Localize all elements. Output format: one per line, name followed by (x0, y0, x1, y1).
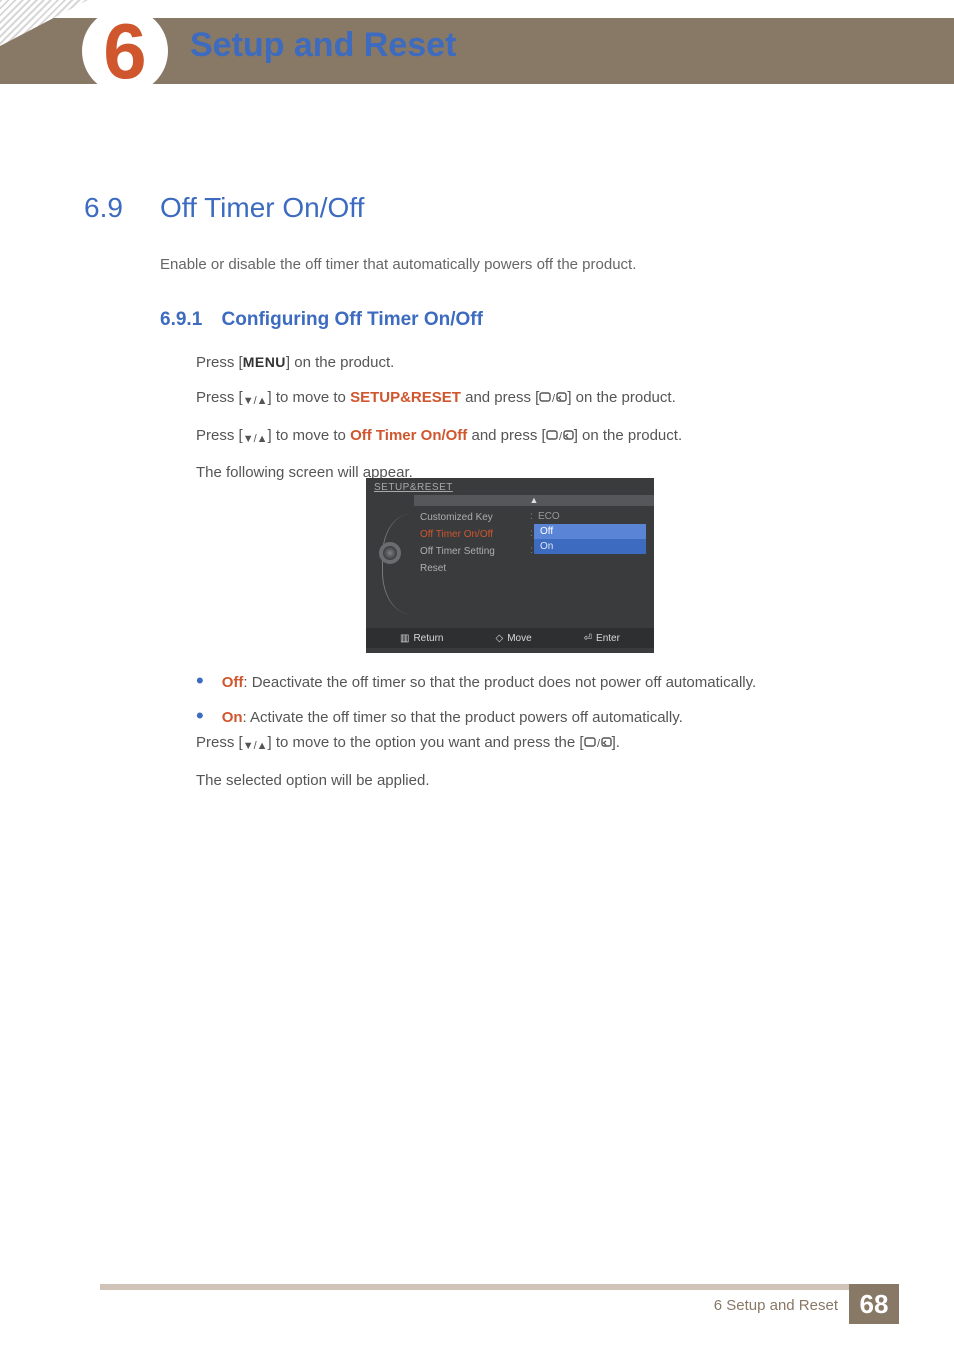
step-1: Press [MENU] on the product. (196, 352, 874, 374)
osd-icon-column (366, 506, 414, 628)
osd-footer-return: ▥Return (400, 633, 443, 644)
step-target: SETUP&RESET (350, 389, 461, 406)
osd-menu-item-active: Off Timer On/Off (414, 526, 524, 543)
return-icon: ▥ (400, 633, 409, 644)
osd-menu-column: Customized Key Off Timer On/Off Off Time… (414, 506, 524, 628)
osd-dropdown-option: On (534, 539, 646, 554)
bullet-icon: • (196, 707, 204, 730)
post-step-2: The selected option will be applied. (196, 770, 864, 792)
subsection-heading: 6.9.1 Configuring Off Timer On/Off (160, 309, 483, 331)
osd-menu-item: Reset (414, 560, 524, 577)
subsection-number: 6.9.1 (160, 309, 202, 330)
svg-text:/: / (552, 393, 556, 405)
post-step-list: Press [▼/▲] to move to the option you wa… (196, 732, 864, 805)
chapter-number: 6 (103, 12, 146, 90)
gear-icon (379, 542, 401, 564)
footer-page-badge: 68 (849, 1284, 899, 1324)
section-intro: Enable or disable the off timer that aut… (160, 256, 636, 273)
option-off: • Off: Deactivate the off timer so that … (196, 672, 864, 695)
osd-menu-item: Customized Key (414, 509, 524, 526)
option-desc: : Deactivate the off timer so that the p… (243, 674, 756, 691)
step-3: Press [▼/▲] to move to Off Timer On/Off … (196, 425, 874, 450)
step-2: Press [▼/▲] to move to SETUP&RESET and p… (196, 387, 874, 412)
osd-curve-decor (382, 514, 410, 614)
chapter-title: Setup and Reset (190, 26, 456, 65)
section-title: Off Timer On/Off (160, 192, 364, 224)
osd-screenshot: SETUP&RESET ▲ Customized Key Off Timer O… (366, 478, 654, 653)
option-on: • On: Activate the off timer so that the… (196, 707, 864, 730)
osd-footer: ▥Return ◇Move ⏎Enter (366, 628, 654, 648)
option-label: On (222, 709, 243, 726)
osd-scroll-up-icon: ▲ (414, 495, 654, 506)
steps-list: Press [MENU] on the product. Press [▼/▲]… (196, 352, 874, 497)
bullet-icon: • (196, 672, 204, 695)
osd-footer-move: ◇Move (495, 633, 531, 644)
menu-button-label: MENU (243, 354, 286, 370)
chapter-badge: 6 (82, 8, 168, 94)
step-target: Off Timer On/Off (350, 427, 467, 444)
osd-body: Customized Key Off Timer On/Off Off Time… (366, 506, 654, 628)
svg-text:/: / (597, 738, 601, 750)
option-desc: : Activate the off timer so that the pro… (243, 709, 683, 726)
enter-source-icon: / (539, 390, 567, 412)
down-up-arrow-icon: ▼/▲ (243, 739, 268, 755)
page-number: 68 (860, 1289, 889, 1320)
osd-menu-item: Off Timer Setting (414, 543, 524, 560)
down-up-arrow-icon: ▼/▲ (243, 432, 268, 448)
enter-source-icon: / (584, 735, 612, 757)
enter-source-icon: / (546, 428, 574, 450)
post-step-1: Press [▼/▲] to move to the option you wa… (196, 732, 864, 757)
option-list: • Off: Deactivate the off timer so that … (196, 672, 864, 741)
option-label: Off (222, 674, 244, 691)
footer-divider (100, 1284, 899, 1290)
footer-chapter-label: 6 Setup and Reset (714, 1297, 838, 1314)
osd-title: SETUP&RESET (366, 478, 654, 495)
down-up-arrow-icon: ▼/▲ (243, 394, 268, 410)
osd-value-column: :ECO : : Off On (524, 506, 654, 628)
svg-text:/: / (559, 431, 563, 443)
osd-dropdown: Off On (534, 524, 646, 554)
subsection-title: Configuring Off Timer On/Off (222, 309, 483, 330)
osd-value-row: :ECO (524, 508, 654, 525)
updown-icon: ◇ (495, 633, 503, 644)
osd-dropdown-option-selected: Off (534, 524, 646, 539)
enter-icon: ⏎ (584, 633, 592, 644)
section-number: 6.9 (84, 192, 123, 224)
osd-footer-enter: ⏎Enter (584, 633, 620, 644)
